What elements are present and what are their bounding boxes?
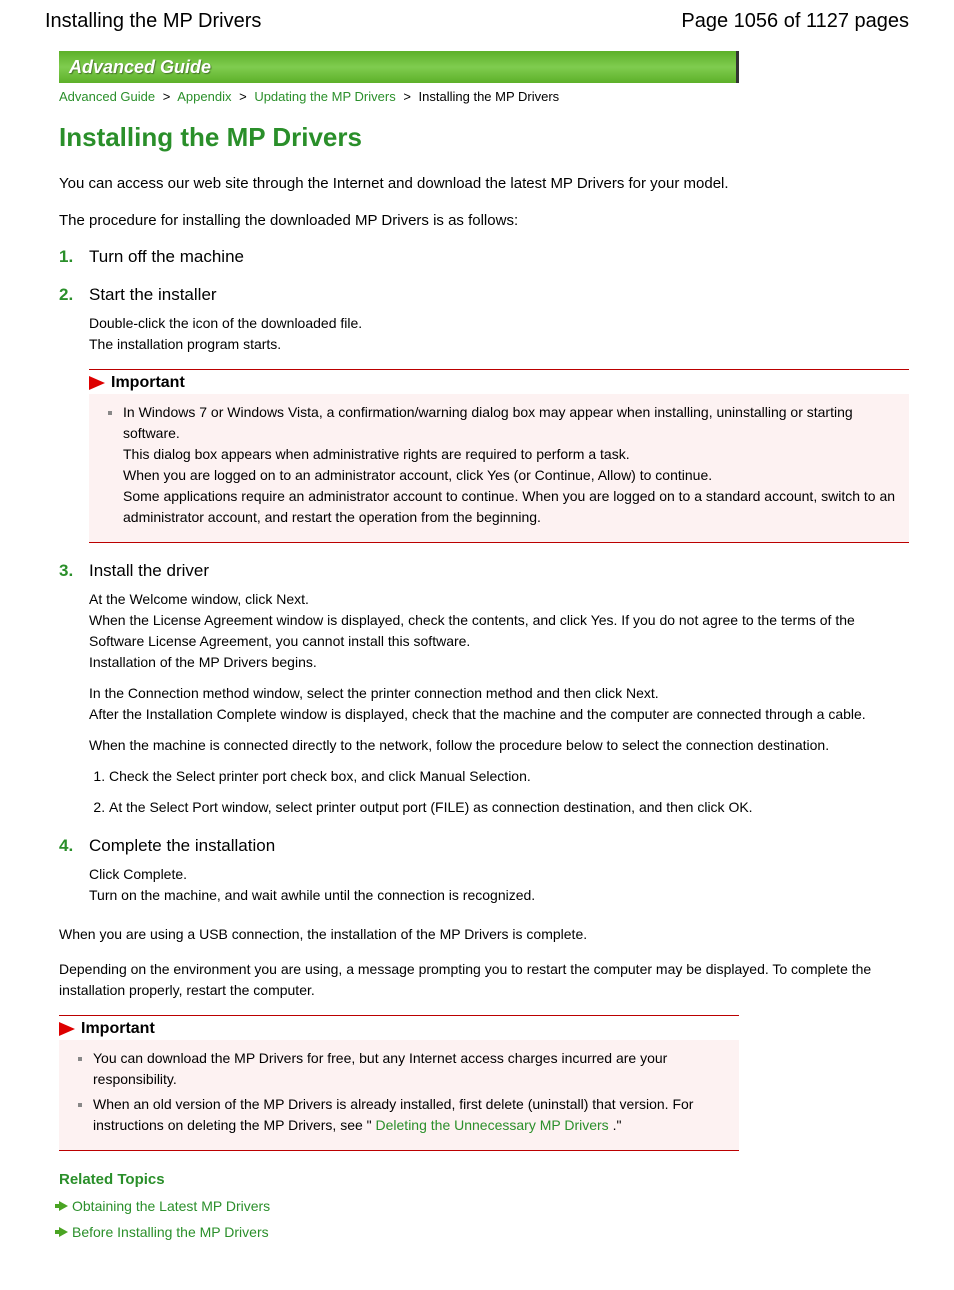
step-body-line: Click Complete.: [89, 864, 909, 885]
arrow-icon: [59, 1201, 68, 1211]
breadcrumb-link-advanced-guide[interactable]: Advanced Guide: [59, 89, 155, 104]
important-note: Important In Windows 7 or Windows Vista,…: [89, 369, 909, 543]
important-item: You can download the MP Drivers for free…: [93, 1050, 667, 1087]
breadcrumb-link-updating[interactable]: Updating the MP Drivers: [254, 89, 395, 104]
step-body-line: Double-click the icon of the downloaded …: [89, 313, 909, 334]
after-step-p1: When you are using a USB connection, the…: [59, 924, 895, 945]
sub-step: Check the Select printer port check box,…: [109, 766, 909, 787]
banner-text: Advanced Guide: [69, 57, 211, 78]
related-link-before-installing[interactable]: Before Installing the MP Drivers: [59, 1224, 895, 1240]
sub-step: At the Select Port window, select printe…: [109, 797, 909, 818]
important-label: Important: [81, 1020, 155, 1038]
flag-icon: [59, 1022, 75, 1036]
step-4: 4. Complete the installation Click Compl…: [59, 836, 909, 906]
intro-p2: The procedure for installing the downloa…: [59, 210, 895, 231]
step-number: 1.: [59, 247, 79, 267]
page-title: Installing the MP Drivers: [59, 122, 909, 153]
important-item: In Windows 7 or Windows Vista, a confirm…: [123, 404, 895, 525]
step-number: 4.: [59, 836, 79, 856]
step-1: 1. Turn off the machine: [59, 247, 909, 267]
related-link-obtaining[interactable]: Obtaining the Latest MP Drivers: [59, 1198, 895, 1214]
important-label: Important: [111, 374, 185, 392]
step-para: In the Connection method window, select …: [89, 683, 909, 725]
breadcrumb: Advanced Guide > Appendix > Updating the…: [59, 89, 909, 104]
after-step-p2: Depending on the environment you are usi…: [59, 959, 895, 1001]
step-number: 3.: [59, 561, 79, 581]
step-title: Start the installer: [89, 285, 217, 305]
step-2: 2. Start the installer Double-click the …: [59, 285, 909, 543]
step-body-line: Turn on the machine, and wait awhile unt…: [89, 885, 909, 906]
step-number: 2.: [59, 285, 79, 305]
related-link-text: Obtaining the Latest MP Drivers: [72, 1198, 270, 1214]
flag-icon: [89, 376, 105, 390]
related-link-text: Before Installing the MP Drivers: [72, 1224, 269, 1240]
arrow-icon: [59, 1227, 68, 1237]
step-title: Turn off the machine: [89, 247, 244, 267]
step-3: 3. Install the driver At the Welcome win…: [59, 561, 909, 818]
breadcrumb-link-appendix[interactable]: Appendix: [177, 89, 231, 104]
header-page-info: Page 1056 of 1127 pages: [681, 10, 909, 33]
banner: Advanced Guide: [59, 51, 739, 83]
breadcrumb-current: Installing the MP Drivers: [419, 89, 560, 104]
step-para: When the machine is connected directly t…: [89, 735, 909, 756]
important-note-2: Important You can download the MP Driver…: [59, 1015, 739, 1151]
related-title: Related Topics: [59, 1171, 895, 1188]
step-body-line: The installation program starts.: [89, 334, 909, 355]
link-deleting-drivers[interactable]: Deleting the Unnecessary MP Drivers: [376, 1117, 613, 1133]
step-title: Complete the installation: [89, 836, 275, 856]
step-title: Install the driver: [89, 561, 209, 581]
page-header: Installing the MP Drivers Page 1056 of 1…: [45, 10, 909, 33]
important-item: When an old version of the MP Drivers is…: [93, 1096, 693, 1133]
step-para: At the Welcome window, click Next. When …: [89, 589, 909, 673]
related-topics: Related Topics Obtaining the Latest MP D…: [59, 1171, 895, 1240]
header-title: Installing the MP Drivers: [45, 10, 261, 33]
intro-p1: You can access our web site through the …: [59, 173, 895, 194]
